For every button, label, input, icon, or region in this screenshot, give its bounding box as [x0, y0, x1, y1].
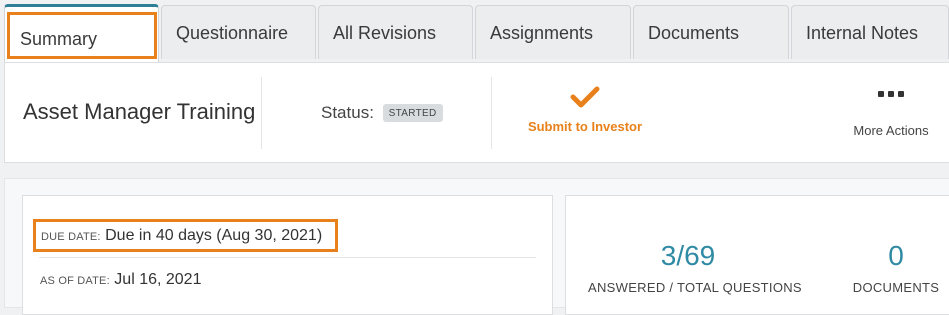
page-title: Asset Manager Training — [23, 99, 256, 124]
tab-assignments[interactable]: Assignments — [475, 5, 631, 59]
due-date-label: DUE DATE: — [41, 231, 101, 243]
stats-card: 3/69 ANSWERED / TOTAL QUESTIONS 0 DOCUME… — [565, 195, 949, 315]
answered-questions-stat: 3/69 ANSWERED / TOTAL QUESTIONS — [588, 240, 802, 295]
tab-questionnaire[interactable]: Questionnaire — [161, 5, 316, 59]
answered-questions-value: 3/69 — [660, 240, 716, 271]
as-of-date-label: AS OF DATE: — [40, 275, 110, 287]
due-date-value: Due in 40 days (Aug 30, 2021) — [105, 227, 323, 244]
tab-questionnaire-label: Questionnaire — [176, 23, 289, 43]
due-date: DUE DATE: Due in 40 days (Aug 30, 2021) — [33, 219, 338, 252]
summary-header: Asset Manager Training Status: STARTED S… — [4, 62, 949, 163]
documents-stat: 0 DOCUMENTS — [836, 240, 949, 295]
tab-assignments-label: Assignments — [490, 23, 594, 43]
tab-bar: Summary Questionnaire All Revisions Assi… — [0, 0, 949, 62]
ellipsis-icon — [841, 87, 941, 111]
check-icon — [515, 85, 655, 111]
tab-summary-label: Summary — [7, 12, 157, 59]
status: Status: STARTED — [321, 103, 443, 123]
status-badge: STARTED — [382, 104, 443, 122]
details-card: DUE DATE: Due in 40 days (Aug 30, 2021) … — [22, 195, 553, 315]
status-label: Status: — [321, 103, 374, 122]
tab-summary[interactable]: Summary — [4, 4, 159, 62]
more-actions-button[interactable]: More Actions — [841, 87, 941, 138]
more-actions-label: More Actions — [853, 123, 929, 138]
documents-value: 0 — [888, 240, 904, 271]
submit-to-investor-label: Submit to Investor — [527, 119, 643, 134]
tab-internal-notes-label: Internal Notes — [806, 23, 919, 43]
divider — [491, 77, 492, 149]
tab-documents[interactable]: Documents — [633, 5, 789, 59]
tab-documents-label: Documents — [648, 23, 740, 43]
tab-all-revisions-label: All Revisions — [333, 23, 437, 43]
as-of-date: AS OF DATE: Jul 16, 2021 — [40, 271, 201, 289]
divider — [261, 77, 262, 149]
submit-to-investor-button[interactable]: Submit to Investor — [515, 85, 655, 134]
tab-internal-notes[interactable]: Internal Notes — [791, 5, 949, 59]
as-of-date-value: Jul 16, 2021 — [114, 271, 202, 288]
tab-all-revisions[interactable]: All Revisions — [318, 5, 473, 59]
divider — [39, 257, 536, 258]
answered-questions-caption: ANSWERED / TOTAL QUESTIONS — [588, 280, 802, 295]
documents-caption: DOCUMENTS — [852, 280, 940, 295]
